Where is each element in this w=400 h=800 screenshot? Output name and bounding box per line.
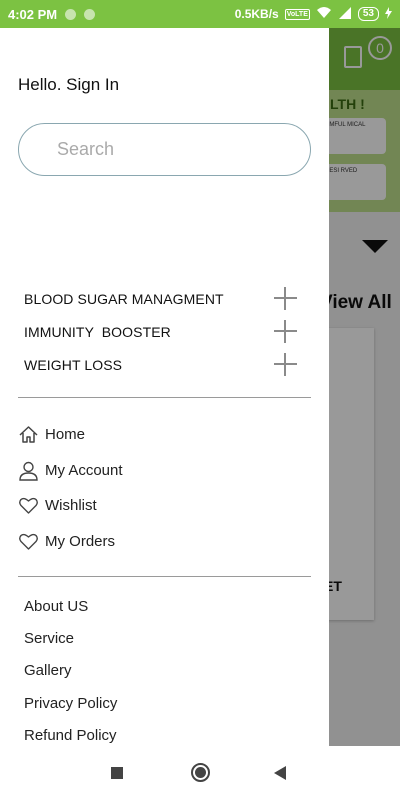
plus-icon[interactable] xyxy=(274,287,297,310)
heart-icon xyxy=(18,531,39,552)
heart-icon xyxy=(18,495,39,516)
link-refund-policy[interactable]: Refund Policy xyxy=(0,719,329,746)
notification-dot-icon xyxy=(84,8,96,20)
menu-label: My Account xyxy=(45,461,123,479)
charging-icon xyxy=(385,6,392,22)
recent-apps-icon[interactable] xyxy=(111,767,123,779)
system-navigation-bar xyxy=(0,746,400,800)
plus-icon[interactable] xyxy=(274,320,297,343)
volte-badge: VoLTE xyxy=(284,8,310,20)
sign-in-greeting[interactable]: Hello. Sign In xyxy=(18,75,119,95)
menu-item-wishlist[interactable]: Wishlist xyxy=(0,488,329,524)
link-service[interactable]: Service xyxy=(0,622,329,654)
back-icon[interactable] xyxy=(274,766,286,780)
category-list: BLOOD SUGAR MANAGMENT IMMUNITY BOOSTER W… xyxy=(0,282,329,381)
plus-icon[interactable] xyxy=(274,353,297,376)
category-label: BLOOD SUGAR MANAGMENT xyxy=(24,290,224,307)
wifi-icon xyxy=(316,6,332,22)
divider xyxy=(18,397,311,398)
menu-label: Wishlist xyxy=(45,497,97,515)
category-label: WEIGHT LOSS xyxy=(24,356,123,373)
category-item-immunity[interactable]: IMMUNITY BOOSTER xyxy=(0,315,329,348)
status-time: 4:02 PM xyxy=(8,6,58,22)
notification-dot-icon xyxy=(65,8,77,20)
navigation-drawer: Hello. Sign In BLOOD SUGAR MANAGMENT IMM… xyxy=(0,28,329,746)
menu-item-my-orders[interactable]: My Orders xyxy=(0,524,329,560)
signal-icon xyxy=(338,6,352,22)
info-links: About US Service Gallery Privacy Policy … xyxy=(0,590,329,746)
menu-item-home[interactable]: Home xyxy=(0,417,329,453)
home-icon xyxy=(18,424,39,445)
menu-label: My Orders xyxy=(45,532,116,550)
battery-icon: 53 xyxy=(357,7,379,21)
account-menu: Home My Account Wishlist My Orders xyxy=(0,417,329,559)
user-icon xyxy=(18,460,39,481)
category-item-blood-sugar[interactable]: BLOOD SUGAR MANAGMENT xyxy=(0,282,329,315)
status-bar: 4:02 PM 0.5KB/s VoLTE 53 xyxy=(0,0,400,28)
home-button-icon[interactable] xyxy=(191,763,210,782)
link-privacy-policy[interactable]: Privacy Policy xyxy=(0,687,329,719)
link-about-us[interactable]: About US xyxy=(0,590,329,622)
menu-label: Home xyxy=(45,426,86,444)
network-speed: 0.5KB/s xyxy=(234,7,279,21)
category-item-weight-loss[interactable]: WEIGHT LOSS xyxy=(0,348,329,381)
status-indicators: 0.5KB/s VoLTE 53 xyxy=(235,6,392,22)
category-label: IMMUNITY BOOSTER xyxy=(24,323,171,340)
search-input[interactable] xyxy=(18,123,311,176)
divider xyxy=(18,576,311,577)
menu-item-my-account[interactable]: My Account xyxy=(0,453,329,489)
link-gallery[interactable]: Gallery xyxy=(0,655,329,687)
